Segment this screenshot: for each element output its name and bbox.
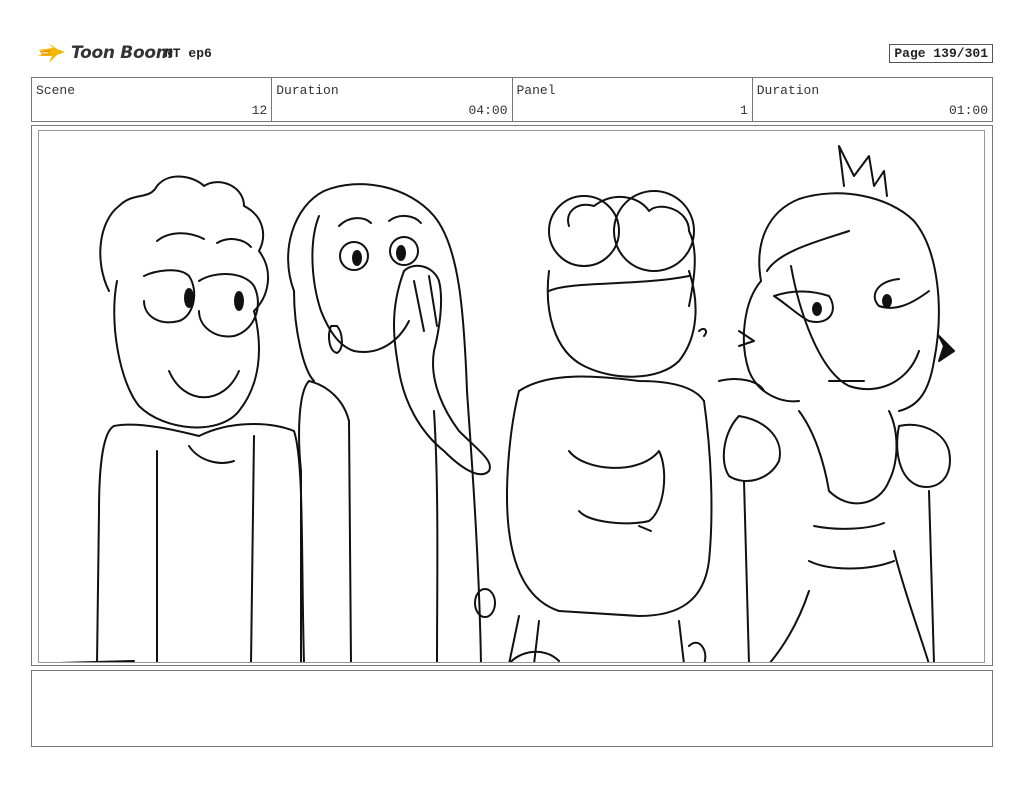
panel-duration-label: Duration xyxy=(756,83,820,98)
page-indicator: Page 139/301 xyxy=(889,44,993,63)
scene-cell: Scene 12 xyxy=(32,78,273,121)
storyboard-header: Toon Boom MT ep6 Page 139/301 xyxy=(31,36,993,70)
character-frog xyxy=(474,190,713,662)
star-burst-icon xyxy=(37,43,65,63)
logo-text: Toon Boom xyxy=(71,43,174,63)
storyboard-panel-image xyxy=(38,130,985,663)
character-princess xyxy=(718,145,955,662)
project-title: MT ep6 xyxy=(165,46,212,61)
panel-duration-cell: Duration 01:00 xyxy=(753,78,992,121)
panel-info-row: Scene 12 Duration 04:00 Panel 1 Duration… xyxy=(31,77,993,122)
scene-duration-label: Duration xyxy=(276,83,339,98)
character-girl xyxy=(287,183,491,662)
panel-notes-area xyxy=(31,670,993,747)
scene-value: 12 xyxy=(251,103,268,118)
panel-cell: Panel 1 xyxy=(513,78,753,121)
sketch-drawing xyxy=(58,145,955,662)
scene-duration-value: 04:00 xyxy=(468,103,508,118)
panel-duration-value: 01:00 xyxy=(948,103,988,118)
panel-value: 1 xyxy=(739,103,748,118)
scene-duration-cell: Duration 04:00 xyxy=(272,78,513,121)
panel-label: Panel xyxy=(516,83,556,98)
character-boy xyxy=(58,175,305,662)
scene-label: Scene xyxy=(36,83,76,98)
toon-boom-logo: Toon Boom xyxy=(35,38,173,68)
